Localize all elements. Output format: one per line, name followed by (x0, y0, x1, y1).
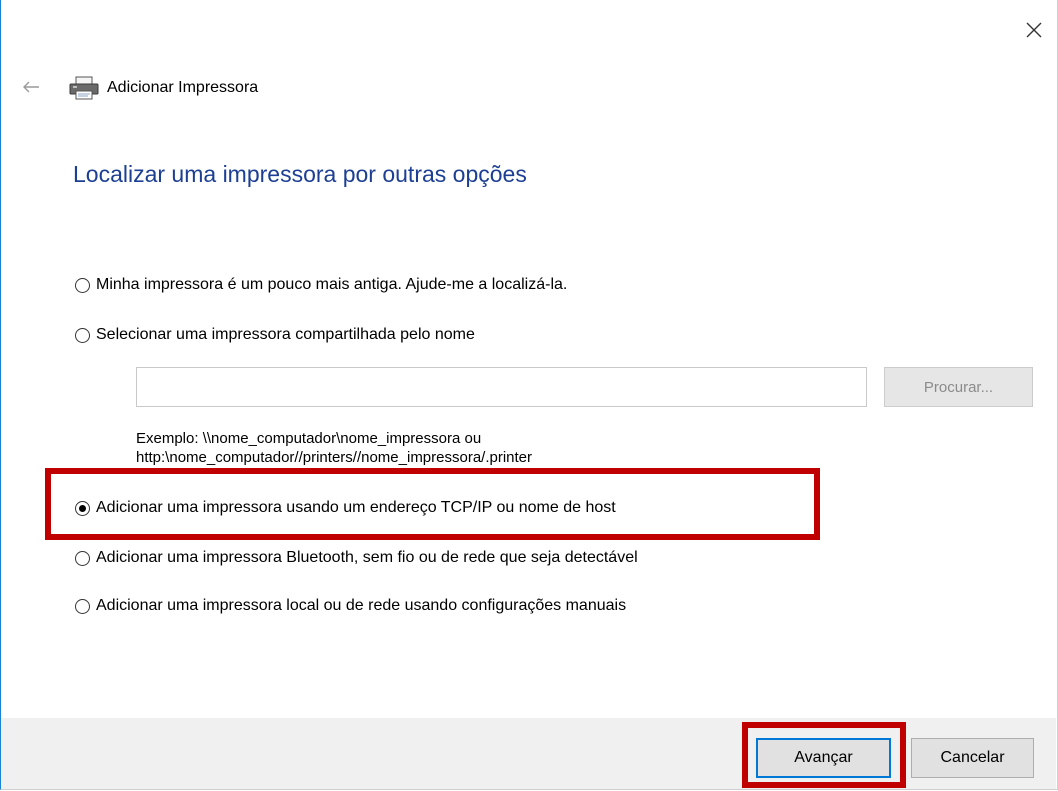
printer-icon (69, 76, 99, 100)
wizard-title-bar: Adicionar Impressora (68, 76, 258, 100)
option-local-manual[interactable]: Adicionar uma impressora local ou de red… (75, 597, 626, 615)
page-heading: Localizar uma impressora por outras opçõ… (73, 161, 527, 187)
example-text: Exemplo: \\nome_computador\nome_impresso… (136, 429, 532, 467)
close-button[interactable] (1022, 18, 1046, 42)
example-line-2: http:\nome_computador//printers//nome_im… (136, 449, 533, 466)
option-label: Selecionar uma impressora compartilhada … (96, 326, 475, 343)
back-button[interactable] (22, 76, 44, 98)
radio-button[interactable] (75, 598, 90, 614)
highlight-box-tcp-ip (45, 468, 820, 540)
close-icon (1026, 22, 1042, 38)
option-label: Adicionar uma impressora Bluetooth, sem … (96, 549, 638, 566)
radio-button[interactable] (75, 327, 90, 343)
radio-button[interactable] (75, 277, 90, 293)
highlight-box-next (742, 722, 906, 788)
example-line-1: Exemplo: \\nome_computador\nome_impresso… (136, 430, 482, 447)
window-title: Adicionar Impressora (107, 79, 259, 96)
option-bluetooth-wireless[interactable]: Adicionar uma impressora Bluetooth, sem … (75, 549, 638, 567)
cancel-button[interactable]: Cancelar (911, 738, 1034, 778)
option-label: Minha impressora é um pouco mais antiga.… (96, 276, 568, 293)
back-arrow-icon (23, 81, 39, 93)
option-shared-by-name[interactable]: Selecionar uma impressora compartilhada … (75, 326, 475, 344)
option-older-printer[interactable]: Minha impressora é um pouco mais antiga.… (75, 276, 567, 294)
browse-button[interactable]: Procurar... (884, 367, 1033, 407)
radio-button[interactable] (75, 550, 90, 566)
shared-printer-name-input[interactable] (136, 367, 867, 407)
option-label: Adicionar uma impressora local ou de red… (96, 597, 627, 614)
